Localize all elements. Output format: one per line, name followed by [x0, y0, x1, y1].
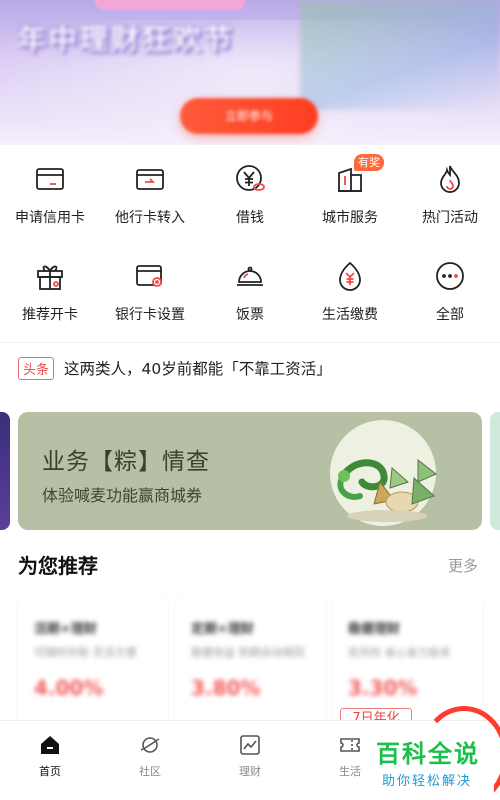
tab-community[interactable]: 社区 — [100, 721, 200, 800]
product-name: 稳健理财 — [348, 622, 401, 637]
watermark-title: 百科全说 — [376, 740, 480, 768]
news-text[interactable]: 这两类人，40岁前都能「不靠工资活」 — [64, 357, 332, 379]
recommend-more-link[interactable]: 更多 — [448, 555, 478, 576]
section-divider — [0, 342, 500, 343]
recommend-title: 为您推荐 — [18, 554, 98, 578]
quick-grid: 申请信用卡 他行卡转入 借钱 有奖 城市服务 热门活动 推荐开卡 银行卡设置 饭… — [0, 150, 500, 344]
banner-scene-image — [300, 0, 500, 110]
grid-item-meal-tickets[interactable]: 饭票 — [200, 247, 300, 344]
headline-news[interactable]: 头条 这两类人，40岁前都能「不靠工资活」 — [18, 354, 332, 382]
tab-home[interactable]: 首页 — [0, 721, 100, 800]
more-dots-icon — [433, 259, 467, 293]
grid-item-label: 饭票 — [236, 307, 264, 323]
grid-item-label: 银行卡设置 — [115, 307, 185, 323]
watermark-subtitle: 助你轻松解决 — [382, 774, 473, 789]
product-rate: 3.30% — [348, 676, 418, 700]
banner-cta-button[interactable]: 立即参与 — [180, 98, 318, 134]
planet-icon — [140, 737, 160, 753]
reward-badge: 有奖 — [354, 154, 384, 171]
promo-card[interactable]: 业务【粽】情查 体验喊麦功能赢商城券 — [18, 412, 482, 530]
card-transfer-icon — [133, 162, 167, 196]
product-rate: 4.00% — [34, 676, 104, 700]
yuan-leaf-icon — [333, 259, 367, 293]
gift-user-icon — [33, 259, 67, 293]
product-name: 活期+理财 — [34, 622, 97, 637]
news-tag: 头条 — [18, 356, 55, 380]
food-cloche-icon — [233, 259, 267, 293]
banner-headline: 年中理财狂欢节 — [18, 23, 236, 56]
grid-item-hot-events[interactable]: 热门活动 — [400, 150, 500, 247]
grid-item-label: 热门活动 — [422, 210, 478, 226]
dragon-zongzi-illustration — [337, 458, 437, 522]
promo-next-card[interactable] — [490, 412, 500, 530]
recommend-card[interactable]: 定期+理财 稳健收益 到期自动赎回 3.80% — [175, 596, 325, 726]
grid-item-card-transfer[interactable]: 他行卡转入 — [100, 150, 200, 247]
recommend-card[interactable]: 活期+理财 可随时存取 灵活方便 4.00% — [18, 596, 168, 726]
grid-item-city-services[interactable]: 有奖 城市服务 — [300, 150, 400, 247]
promo-subtitle: 体验喊麦功能赢商城券 — [42, 486, 203, 505]
grid-item-utility-payment[interactable]: 生活缴费 — [300, 247, 400, 344]
tab-label: 社区 — [139, 765, 161, 778]
promo-title: 业务【粽】情查 — [42, 449, 210, 475]
banner-top-pill — [95, 0, 245, 10]
chart-icon — [240, 735, 260, 755]
grid-item-label: 借钱 — [236, 210, 264, 226]
product-desc: 低风险 省心省力投资 — [348, 646, 451, 659]
grid-item-label: 申请信用卡 — [15, 210, 85, 226]
credit-card-icon — [33, 162, 67, 196]
recommend-cards: 活期+理财 可随时存取 灵活方便 4.00% 定期+理财 稳健收益 到期自动赎回… — [0, 596, 500, 726]
card-settings-icon — [133, 259, 167, 293]
product-rate: 3.80% — [191, 676, 261, 700]
grid-item-label: 推荐开卡 — [22, 307, 78, 323]
grid-item-apply-credit-card[interactable]: 申请信用卡 — [0, 150, 100, 247]
product-desc: 稳健收益 到期自动赎回 — [191, 646, 305, 659]
promo-prev-card[interactable] — [0, 412, 10, 530]
grid-item-label: 城市服务 — [322, 210, 378, 226]
quick-grid-row: 推荐开卡 银行卡设置 饭票 生活缴费 全部 — [0, 247, 500, 344]
grid-item-all[interactable]: 全部 — [400, 247, 500, 344]
product-name: 定期+理财 — [191, 622, 254, 637]
home-icon — [41, 736, 59, 754]
grid-item-card-settings[interactable]: 银行卡设置 — [100, 247, 200, 344]
grid-item-label: 生活缴费 — [322, 307, 378, 323]
grid-item-label: 全部 — [436, 307, 464, 323]
grid-item-recommend-card[interactable]: 推荐开卡 — [0, 247, 100, 344]
tab-label: 理财 — [239, 765, 261, 778]
yuan-coin-icon — [233, 162, 267, 196]
product-desc: 可随时存取 灵活方便 — [34, 646, 137, 659]
top-banner[interactable]: 年中理财狂欢节 立即参与 — [0, 0, 500, 145]
grid-item-borrow[interactable]: 借钱 — [200, 150, 300, 247]
grid-item-label: 他行卡转入 — [115, 210, 185, 226]
ticket-icon — [340, 738, 360, 752]
flame-icon — [433, 162, 467, 196]
tab-wealth[interactable]: 理财 — [200, 721, 300, 800]
tab-label: 首页 — [39, 765, 61, 778]
tab-label: 生活 — [339, 765, 361, 778]
quick-grid-row: 申请信用卡 他行卡转入 借钱 有奖 城市服务 热门活动 — [0, 150, 500, 247]
